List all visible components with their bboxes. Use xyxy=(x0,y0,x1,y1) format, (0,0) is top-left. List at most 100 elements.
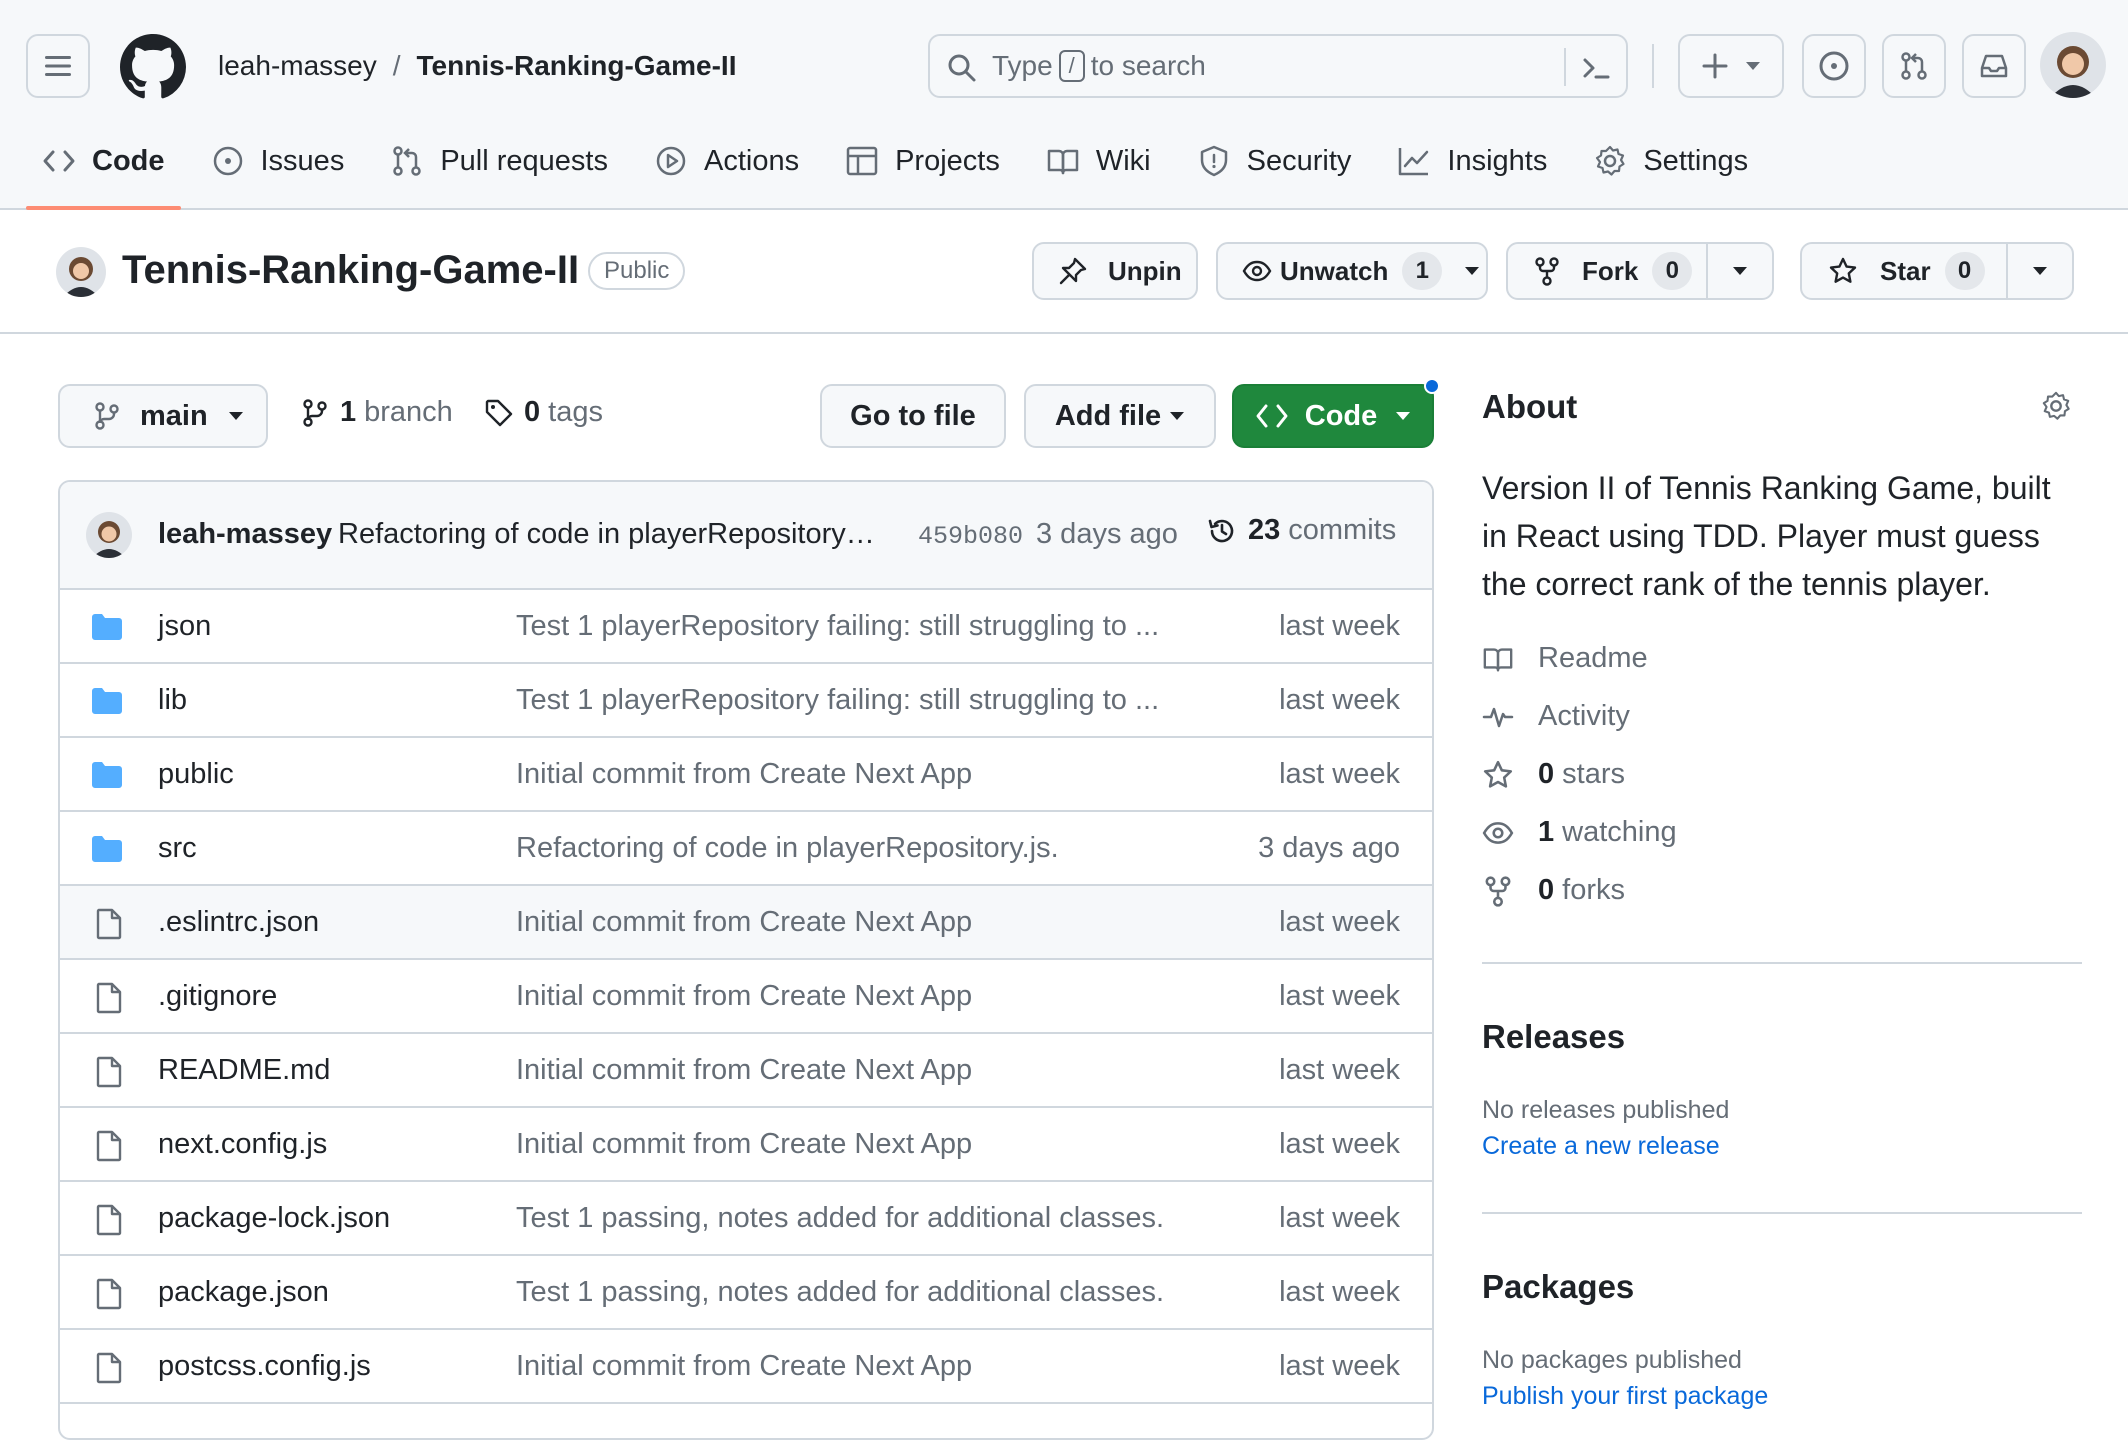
tab-wiki[interactable]: Wiki xyxy=(1030,136,1167,210)
tab-projects[interactable]: Projects xyxy=(829,136,1016,210)
file-commit-message-link[interactable]: Initial commit from Create Next App xyxy=(516,1128,972,1161)
table-row[interactable]: package.json Test 1 passing, notes added … xyxy=(60,1256,1432,1330)
edit-about-button[interactable] xyxy=(2040,390,2072,422)
create-release-link[interactable]: Create a new release xyxy=(1482,1132,1720,1161)
top-bar: leah-massey / Tennis-Ranking-Game-II Typ… xyxy=(0,0,2128,130)
inbox-button[interactable] xyxy=(1962,34,2026,98)
file-name-link[interactable]: .eslintrc.json xyxy=(158,906,319,939)
breadcrumb-owner-link[interactable]: leah-massey xyxy=(218,50,377,82)
repo-title-bar: Tennis-Ranking-Game-II Public Unpin Unwa… xyxy=(0,212,2128,334)
file-icon xyxy=(94,1352,124,1384)
forks-label: forks xyxy=(1562,874,1625,906)
unwatch-label: Unwatch xyxy=(1280,255,1389,286)
tab-actions[interactable]: Actions xyxy=(638,136,815,210)
file-commit-message-link[interactable]: Test 1 playerRepository failing: still s… xyxy=(516,684,1159,717)
table-row[interactable]: next.config.js Initial commit from Create… xyxy=(60,1108,1432,1182)
gear-icon xyxy=(2040,390,2072,422)
commit-sha[interactable]: 459b080 xyxy=(918,522,1023,551)
file-name-link[interactable]: package.json xyxy=(158,1276,329,1309)
table-row[interactable]: package-lock.json Test 1 passing, notes a… xyxy=(60,1182,1432,1256)
issues-button[interactable] xyxy=(1802,34,1866,98)
tab-security[interactable]: Security xyxy=(1181,136,1368,210)
file-list: leah-massey Refactoring of code in playe… xyxy=(58,480,1434,1440)
table-row[interactable]: src Refactoring of code in playerReposito… xyxy=(60,812,1432,886)
file-name-link[interactable]: json xyxy=(158,610,211,643)
file-commit-message-link[interactable]: Refactoring of code in playerRepository.… xyxy=(516,832,1059,865)
tags-link[interactable]: 0 tags xyxy=(484,396,603,429)
branches-link[interactable]: 1 branch xyxy=(300,396,453,429)
table-row[interactable]: postcss.config.js Initial commit from Cre… xyxy=(60,1330,1432,1404)
tab-issues-label: Issues xyxy=(260,145,345,177)
file-commit-message-link[interactable]: Test 1 passing, notes added for addition… xyxy=(516,1276,1164,1309)
file-commit-message-link[interactable]: Test 1 passing, notes added for addition… xyxy=(516,1202,1164,1235)
commits-link[interactable]: 23 commits xyxy=(1206,514,1396,547)
star-label: Star xyxy=(1880,255,1931,286)
tab-issues[interactable]: Issues xyxy=(195,136,361,210)
commit-author-avatar[interactable] xyxy=(86,512,132,558)
tab-settings[interactable]: Settings xyxy=(1577,136,1764,210)
packages-heading[interactable]: Packages xyxy=(1482,1268,1634,1306)
table-row[interactable]: .gitignore Initial commit from Create Nex… xyxy=(60,960,1432,1034)
command-palette-icon[interactable] xyxy=(1580,52,1612,84)
folder-icon xyxy=(90,686,124,716)
file-commit-message-link[interactable]: Initial commit from Create Next App xyxy=(516,980,972,1013)
forks-link[interactable]: 0 forks xyxy=(1482,874,1625,907)
play-icon xyxy=(654,144,688,178)
file-name-link[interactable]: src xyxy=(158,832,197,865)
table-row[interactable]: lib Test 1 playerRepository failing: stil… xyxy=(60,664,1432,738)
table-row[interactable]: json Test 1 playerRepository failing: sti… xyxy=(60,590,1432,664)
file-commit-time: last week xyxy=(1279,758,1400,790)
stars-link[interactable]: 0 stars xyxy=(1482,758,1625,791)
unwatch-button[interactable]: Unwatch 1 xyxy=(1216,242,1488,300)
tag-count: 0 xyxy=(524,396,541,428)
file-name-link[interactable]: public xyxy=(158,758,234,791)
activity-link[interactable]: Activity xyxy=(1482,700,1630,733)
commit-author[interactable]: leah-massey xyxy=(158,518,332,551)
branch-select-button[interactable]: main xyxy=(58,384,268,448)
table-row[interactable]: .eslintrc.json Initial commit from Create… xyxy=(60,886,1432,960)
fork-options-dropdown[interactable] xyxy=(1706,244,1772,298)
readme-link[interactable]: Readme xyxy=(1482,642,1648,675)
file-name-link[interactable]: lib xyxy=(158,684,187,717)
file-name-link[interactable]: .gitignore xyxy=(158,980,277,1013)
user-avatar[interactable] xyxy=(2040,32,2106,98)
add-file-button[interactable]: Add file xyxy=(1024,384,1216,448)
file-commit-message-link[interactable]: Initial commit from Create Next App xyxy=(516,1350,972,1383)
github-logo-icon[interactable] xyxy=(120,34,186,100)
owner-avatar[interactable] xyxy=(56,247,106,297)
menu-button[interactable] xyxy=(26,34,90,98)
file-commit-message-link[interactable]: Initial commit from Create Next App xyxy=(516,758,972,791)
create-new-button[interactable] xyxy=(1678,34,1784,98)
breadcrumb-repo-link[interactable]: Tennis-Ranking-Game-II xyxy=(417,50,737,82)
star-icon xyxy=(1482,759,1514,791)
tab-insights[interactable]: Insights xyxy=(1381,136,1563,210)
table-row[interactable]: public Initial commit from Create Next Ap… xyxy=(60,738,1432,812)
repo-title[interactable]: Tennis-Ranking-Game-II xyxy=(122,248,579,293)
go-to-file-button[interactable]: Go to file xyxy=(820,384,1006,448)
unpin-button[interactable]: Unpin xyxy=(1032,242,1198,300)
file-name-link[interactable]: next.config.js xyxy=(158,1128,327,1161)
tab-code[interactable]: Code xyxy=(26,136,181,210)
issue-opened-icon xyxy=(1818,50,1850,82)
code-dropdown-button[interactable]: Code xyxy=(1232,384,1434,448)
commit-message[interactable]: Refactoring of code in playerRepository… xyxy=(338,518,875,551)
watchers-link[interactable]: 1 watching xyxy=(1482,816,1677,849)
hamburger-icon xyxy=(43,54,73,78)
fork-button[interactable]: Fork 0 xyxy=(1506,242,1774,300)
publish-package-link[interactable]: Publish your first package xyxy=(1482,1382,1768,1411)
file-name-link[interactable]: package-lock.json xyxy=(158,1202,390,1235)
tab-pull-requests[interactable]: Pull requests xyxy=(374,136,624,210)
file-name-link[interactable]: postcss.config.js xyxy=(158,1350,371,1383)
file-commit-message-link[interactable]: Initial commit from Create Next App xyxy=(516,906,972,939)
star-button[interactable]: Star 0 xyxy=(1800,242,2074,300)
file-commit-message-link[interactable]: Initial commit from Create Next App xyxy=(516,1054,972,1087)
search-input[interactable]: Type / to search xyxy=(928,34,1628,98)
file-commit-message-link[interactable]: Test 1 playerRepository failing: still s… xyxy=(516,610,1159,643)
star-options-dropdown[interactable] xyxy=(2006,244,2072,298)
star-count: 0 xyxy=(1944,252,1985,290)
file-commit-time: last week xyxy=(1279,980,1400,1012)
pull-requests-button[interactable] xyxy=(1882,34,1946,98)
file-name-link[interactable]: README.md xyxy=(158,1054,330,1087)
table-row[interactable]: README.md Initial commit from Create Next… xyxy=(60,1034,1432,1108)
releases-heading[interactable]: Releases xyxy=(1482,1018,1625,1056)
